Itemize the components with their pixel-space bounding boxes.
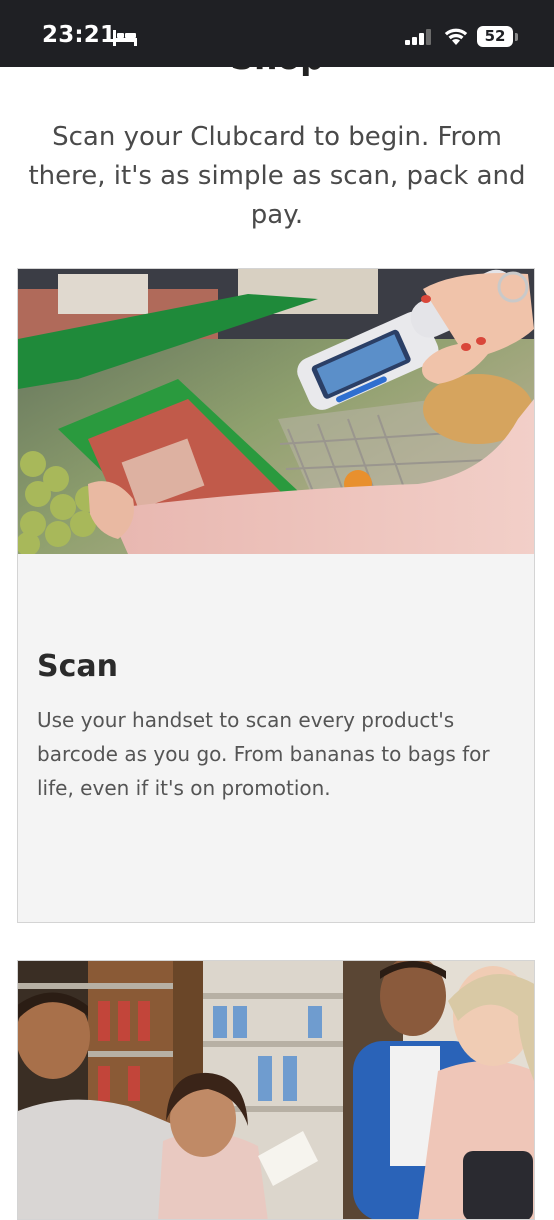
card-title-scan: Scan [37,649,118,684]
status-bar: 23:21 52 [0,0,554,67]
battery-nub [515,33,518,41]
status-time: 23:21 [42,22,117,48]
family-shopping-image [18,961,534,1219]
scan-card: Scan Use your handset to scan every prod… [17,268,535,923]
intro-text: Scan your Clubcard to begin. From there,… [28,122,526,230]
family-card [17,960,535,1220]
shopper-scanning-handset-image [18,269,534,554]
wifi-icon [444,28,468,45]
battery-icon: 52 [477,26,513,47]
card-text-scan: Use your handset to scan every product's… [37,708,490,800]
signal-icon [405,29,431,45]
bed-icon [113,30,137,46]
